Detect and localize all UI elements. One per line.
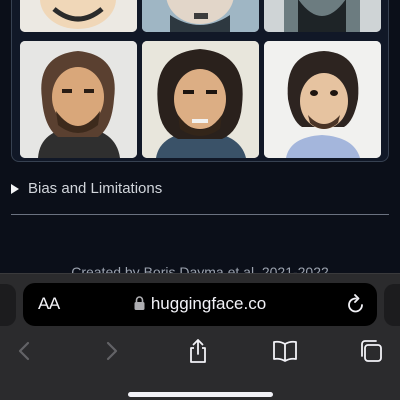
disclosure-triangle-icon (11, 183, 19, 194)
share-icon[interactable] (183, 337, 213, 365)
bookmarks-icon[interactable] (270, 337, 300, 365)
lock-icon (134, 295, 145, 315)
gallery-image[interactable] (264, 41, 381, 158)
back-arrow-icon[interactable] (9, 337, 39, 365)
tabs-icon[interactable] (356, 337, 386, 365)
url-display[interactable]: huggingface.co (23, 294, 377, 315)
forward-arrow-icon[interactable] (97, 337, 127, 365)
reload-icon[interactable] (347, 294, 365, 319)
image-gallery (11, 0, 389, 162)
gallery-image[interactable] (142, 0, 259, 32)
address-bar[interactable]: AA huggingface.co (23, 283, 377, 326)
gallery-image[interactable] (142, 41, 259, 158)
section-divider (11, 214, 389, 215)
url-text: huggingface.co (150, 294, 267, 313)
gallery-image[interactable] (264, 0, 381, 32)
browser-bottom-bar: AA huggingface.co (0, 273, 400, 400)
bias-limitations-toggle[interactable]: Bias and Limitations (11, 180, 162, 197)
previous-tab-preview[interactable] (0, 284, 16, 326)
next-tab-preview[interactable] (384, 284, 400, 326)
home-indicator (128, 392, 273, 397)
gallery-image[interactable] (20, 0, 137, 32)
gallery-image[interactable] (20, 41, 137, 158)
bias-limitations-label: Bias and Limitations (28, 180, 163, 197)
